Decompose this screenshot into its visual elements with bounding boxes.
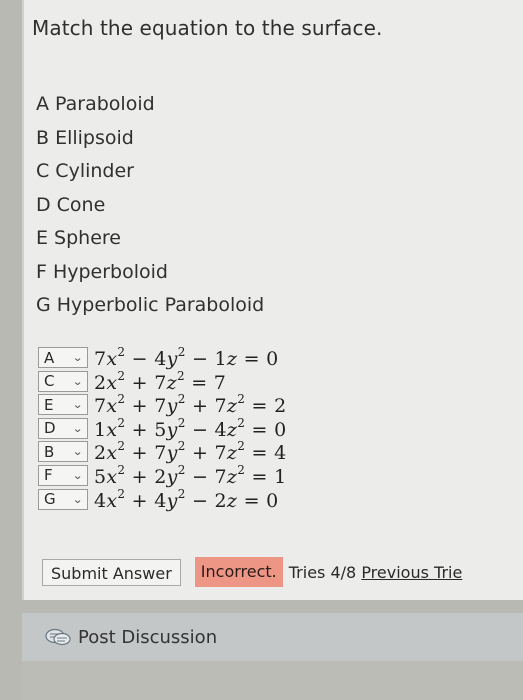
chevron-down-icon: ⌄ [71, 374, 83, 388]
chevron-down-icon: ⌄ [71, 492, 83, 506]
equation-text: 5x2 + 2y2 − 7z2 = 1 [94, 462, 287, 488]
select-value: D [44, 419, 56, 438]
equation-text: 1x2 + 5y2 − 4z2 = 0 [94, 415, 287, 441]
post-discussion-button[interactable]: Post Discussion [22, 613, 523, 661]
option-cylinder: C Cylinder [36, 160, 134, 182]
match-row: B ⌄ 2x2 + 7y2 + 7z2 = 4 [38, 439, 287, 465]
answer-select-7[interactable]: G ⌄ [38, 488, 88, 510]
chevron-down-icon: ⌄ [71, 468, 83, 482]
match-row: A ⌄ 7x2 − 4y2 − 1z = 0 [38, 345, 286, 370]
discussion-area: Post Discussion [0, 600, 523, 700]
equation-text: 2x2 + 7y2 + 7z2 = 4 [94, 439, 287, 465]
surface-options-list: A Paraboloid B Ellipsoid C Cylinder D Co… [36, 92, 264, 327]
chevron-down-icon: ⌄ [71, 398, 83, 412]
equation-text: 7x2 − 4y2 − 1z = 0 [94, 345, 279, 370]
select-value: G [44, 490, 56, 509]
select-value: C [44, 372, 55, 391]
answer-select-1[interactable]: A ⌄ [38, 347, 88, 368]
question-card: Match the equation to the surface. A Par… [22, 0, 523, 600]
previous-tries-link[interactable]: Previous Trie [361, 563, 462, 582]
match-row: C ⌄ 2x2 + 7z2 = 7 [38, 368, 286, 394]
chat-bubbles-icon [45, 628, 71, 646]
select-value: E [44, 395, 54, 414]
select-value: F [44, 466, 53, 485]
select-value: A [44, 348, 55, 367]
chevron-down-icon: ⌄ [71, 445, 83, 459]
option-sphere: E Sphere [36, 227, 121, 249]
answer-select-3[interactable]: E ⌄ [38, 394, 88, 416]
answer-select-2[interactable]: C ⌄ [38, 370, 88, 392]
option-ellipsoid: B Ellipsoid [36, 126, 134, 149]
answer-actions: Submit Answer Incorrect. Tries 4/8 Previ… [42, 557, 462, 587]
match-row: D ⌄ 1x2 + 5y2 − 4z2 = 0 [38, 415, 287, 441]
equation-text: 7x2 + 7y2 + 7z2 = 2 [94, 392, 287, 418]
tries-info: Tries 4/8 Previous Trie [289, 563, 463, 582]
option-hyperboloid: F Hyperboloid [36, 260, 168, 283]
match-rows: A ⌄ 7x2 − 4y2 − 1z = 0 C ⌄ 2x2 + 7z2 = 7… [38, 345, 287, 512]
option-hyperbolic-paraboloid: G Hyperbolic Paraboloid [36, 294, 265, 316]
answer-select-6[interactable]: F ⌄ [38, 464, 88, 486]
equation-text: 2x2 + 7z2 = 7 [94, 368, 227, 394]
answer-select-5[interactable]: B ⌄ [38, 441, 88, 463]
tries-count: Tries 4/8 [288, 562, 357, 582]
match-row: G ⌄ 4x2 + 4y2 − 2z = 0 [38, 486, 286, 512]
answer-select-4[interactable]: D ⌄ [38, 417, 88, 439]
equation-text: 4x2 + 4y2 − 2z = 0 [94, 486, 279, 512]
match-row: F ⌄ 5x2 + 2y2 − 7z2 = 1 [38, 462, 287, 488]
incorrect-status-badge: Incorrect. [194, 557, 283, 587]
match-row: E ⌄ 7x2 + 7y2 + 7z2 = 2 [38, 392, 287, 418]
select-value: B [44, 442, 55, 461]
question-title: Match the equation to the surface. [32, 16, 383, 40]
lower-panel [22, 661, 523, 700]
submit-answer-button[interactable]: Submit Answer [42, 558, 181, 586]
chevron-down-icon: ⌄ [71, 421, 83, 435]
option-paraboloid: A Paraboloid [36, 93, 155, 115]
option-cone: D Cone [36, 193, 106, 216]
chevron-down-icon: ⌄ [71, 351, 83, 364]
post-discussion-label: Post Discussion [78, 626, 218, 648]
